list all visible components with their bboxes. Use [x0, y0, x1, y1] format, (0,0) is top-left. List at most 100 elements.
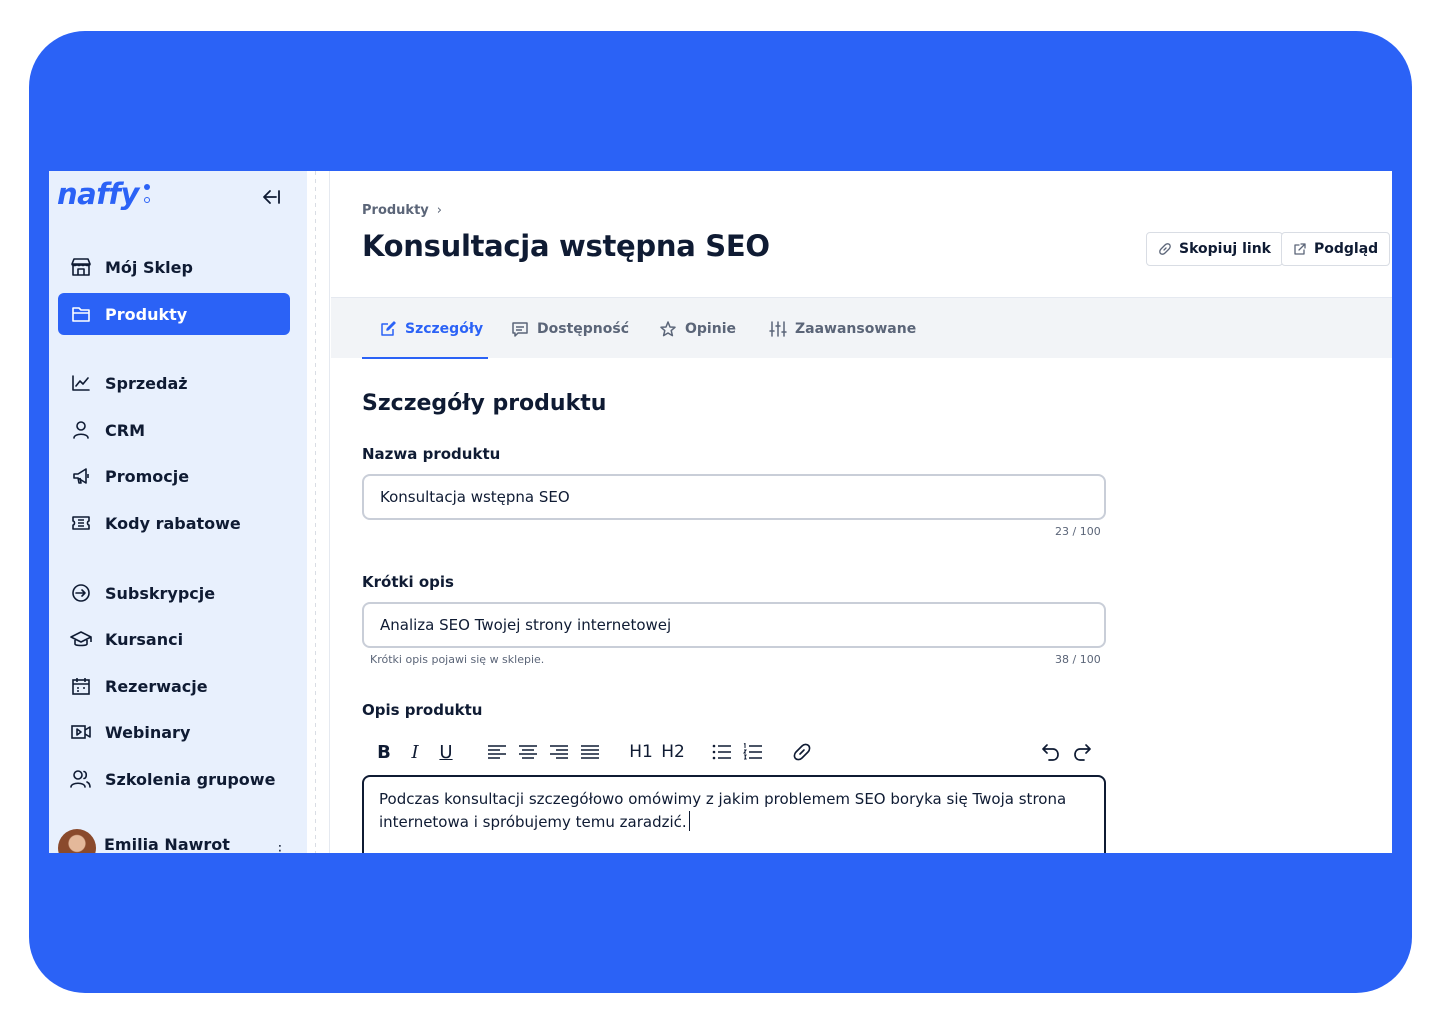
product-name-label: Nazwa produktu	[362, 445, 501, 463]
align-justify-icon	[581, 745, 599, 759]
sidebar-item-szkolenia-grupowe[interactable]: Szkolenia grupowe	[58, 758, 290, 800]
bullet-list-button[interactable]	[711, 737, 733, 767]
sidebar-item-rezerwacje[interactable]: Rezerwacje	[58, 665, 290, 707]
main-content: Produkty › Konsultacja wstępna SEO Skopi…	[331, 171, 1392, 853]
logo-dots-icon	[144, 184, 150, 210]
logo: naffy	[57, 177, 139, 211]
sidebar-item-label: Webinary	[105, 722, 191, 742]
message-icon	[511, 320, 529, 338]
insert-link-button[interactable]	[791, 737, 813, 767]
bullet-list-icon	[712, 744, 731, 760]
user-name: Emilia Nawrot	[104, 834, 230, 854]
short-desc-label: Krótki opis	[362, 573, 454, 591]
sidebar-item-produkty[interactable]: Produkty	[58, 293, 290, 335]
heading-2-button[interactable]: H2	[660, 737, 686, 767]
undo-icon	[1042, 744, 1059, 761]
description-editor[interactable]: Podczas konsultacji szczegółowo omówimy …	[362, 775, 1106, 853]
underline-button[interactable]: U	[436, 737, 456, 767]
text-caret	[688, 811, 690, 831]
sidebar-item-label: Mój Sklep	[105, 257, 193, 277]
short-desc-input[interactable]	[362, 602, 1106, 648]
sidebar-item-crm[interactable]: CRM	[58, 409, 290, 451]
description-text: Podczas konsultacji szczegółowo omówimy …	[379, 790, 1067, 831]
redo-button[interactable]	[1071, 737, 1093, 767]
sidebar-divider	[307, 171, 330, 853]
align-left-icon	[488, 745, 506, 759]
align-center-button[interactable]	[517, 737, 539, 767]
description-label: Opis produktu	[362, 701, 483, 719]
edit-icon	[379, 320, 397, 338]
ticket-icon	[69, 511, 93, 535]
sliders-icon	[769, 320, 787, 338]
sidebar-item-label: Kursanci	[105, 629, 184, 649]
breadcrumb-separator: ›	[436, 203, 442, 218]
short-desc-counter: 38 / 100	[1055, 653, 1101, 666]
align-right-button[interactable]	[548, 737, 570, 767]
align-left-button[interactable]	[486, 737, 508, 767]
app-window: naffy Mój Sklep Produkty Sprzedaż CRM Pr…	[49, 171, 1392, 853]
users-icon	[69, 767, 93, 791]
tab-szczegoly[interactable]: Szczegóły	[362, 298, 488, 359]
product-name-counter: 23 / 100	[1055, 525, 1101, 538]
tab-label: Dostępność	[537, 320, 629, 337]
tab-zaawansowane[interactable]: Zaawansowane	[769, 298, 916, 359]
sidebar-item-kody-rabatowe[interactable]: Kody rabatowe	[58, 502, 290, 544]
italic-button[interactable]: I	[405, 737, 425, 767]
sidebar-item-kursanci[interactable]: Kursanci	[58, 618, 290, 660]
tab-opinie[interactable]: Opinie	[659, 298, 736, 359]
align-justify-button[interactable]	[579, 737, 601, 767]
link-icon	[793, 743, 811, 761]
chart-line-icon	[69, 371, 93, 395]
preview-label: Podgląd	[1314, 241, 1379, 257]
preview-button[interactable]: Podgląd	[1281, 232, 1391, 266]
breadcrumb: Produkty ›	[362, 203, 442, 218]
numbered-list-icon	[743, 743, 762, 760]
editor-toolbar: B I U H1 H2	[362, 737, 1106, 767]
copy-link-button[interactable]: Skopiuj link	[1146, 232, 1283, 266]
sidebar-item-promocje[interactable]: Promocje	[58, 455, 290, 497]
align-center-icon	[519, 745, 537, 759]
undo-button[interactable]	[1040, 737, 1062, 767]
sidebar-item-subskrypcje[interactable]: Subskrypcje	[58, 572, 290, 614]
redo-icon	[1074, 744, 1091, 761]
product-name-input[interactable]	[362, 474, 1106, 520]
short-desc-hint: Krótki opis pojawi się w sklepie.	[370, 653, 545, 666]
sidebar-item-label: Rezerwacje	[105, 676, 208, 696]
sidebar-item-label: Szkolenia grupowe	[105, 769, 276, 789]
sidebar-item-sprzedaz[interactable]: Sprzedaż	[58, 362, 290, 404]
megaphone-icon	[69, 464, 93, 488]
sidebar-item-label: Kody rabatowe	[105, 513, 241, 533]
graduation-cap-icon	[69, 627, 93, 651]
tab-dostepnosc[interactable]: Dostępność	[511, 298, 629, 359]
section-title: Szczegóły produktu	[362, 391, 607, 416]
calendar-icon	[69, 674, 93, 698]
numbered-list-button[interactable]	[742, 737, 764, 767]
align-right-icon	[550, 745, 568, 759]
breadcrumb-link-produkty[interactable]: Produkty	[362, 203, 429, 218]
background-frame: naffy Mój Sklep Produkty Sprzedaż CRM Pr…	[29, 31, 1412, 993]
star-icon	[659, 320, 677, 338]
video-icon	[69, 720, 93, 744]
user-icon	[69, 418, 93, 442]
copy-link-label: Skopiuj link	[1179, 241, 1271, 257]
bold-button[interactable]: B	[374, 737, 394, 767]
tab-label: Szczegóły	[405, 320, 484, 337]
user-profile[interactable]: Emilia Nawrot ⋮	[58, 829, 290, 853]
avatar	[58, 829, 96, 853]
collapse-sidebar-button[interactable]	[259, 185, 283, 209]
tabs-bar: Szczegóły Dostępność Opinie Zaawansowane	[331, 297, 1392, 359]
more-vertical-icon[interactable]: ⋮	[273, 843, 287, 853]
collapse-arrow-icon	[263, 190, 280, 204]
heading-1-button[interactable]: H1	[628, 737, 654, 767]
folder-icon	[69, 302, 93, 326]
sidebar: naffy Mój Sklep Produkty Sprzedaż CRM Pr…	[49, 171, 307, 853]
sidebar-item-webinary[interactable]: Webinary	[58, 711, 290, 753]
store-icon	[69, 255, 93, 279]
sidebar-item-label: Produkty	[105, 304, 188, 324]
page-title: Konsultacja wstępna SEO	[362, 229, 770, 263]
link-icon	[1158, 242, 1172, 256]
sidebar-item-label: Subskrypcje	[105, 583, 216, 603]
sidebar-item-moj-sklep[interactable]: Mój Sklep	[58, 246, 290, 288]
sidebar-item-label: Sprzedaż	[105, 373, 188, 393]
tab-label: Opinie	[685, 320, 736, 337]
